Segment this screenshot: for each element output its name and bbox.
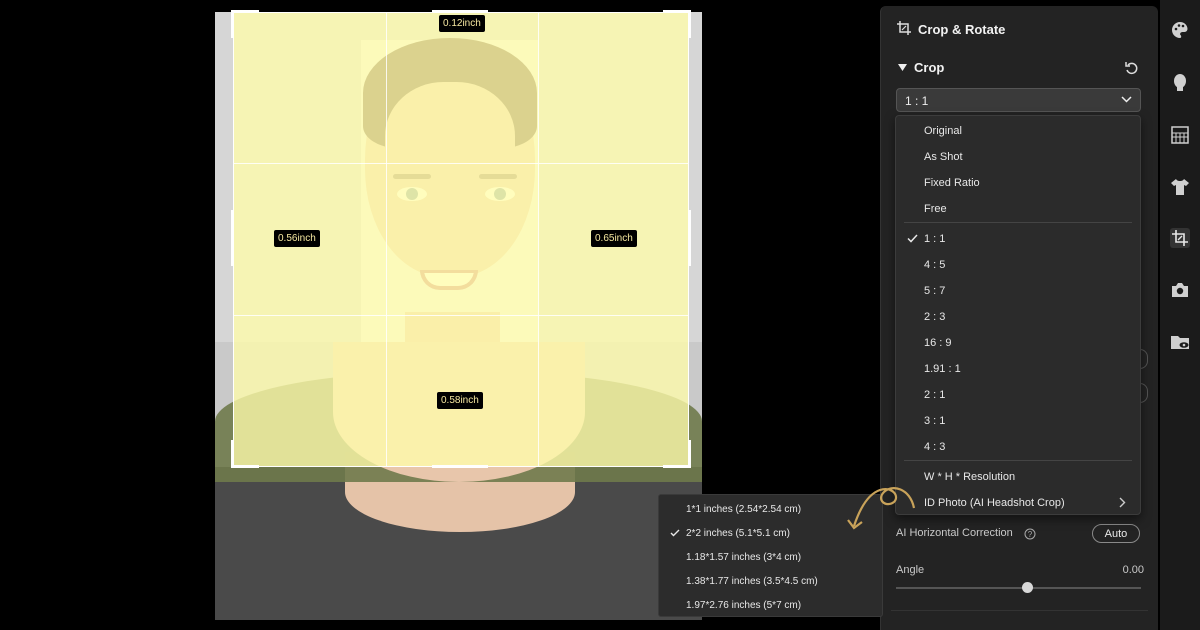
crop-handle-br[interactable] [663, 465, 691, 468]
annotation-arrow-icon [847, 487, 916, 530]
palette-icon[interactable] [1170, 20, 1190, 40]
menu-item-w-h-resolution[interactable]: W * H * Resolution [924, 471, 1015, 483]
menu-divider [904, 222, 1132, 223]
texture-icon[interactable] [1170, 125, 1190, 145]
margin-left-label: 0.56inch [274, 230, 320, 247]
ratio-select[interactable]: 1 : 1 [896, 88, 1141, 112]
submenu-item-3-5x4-5cm[interactable]: 1.38*1.77 inches (3.5*4.5 cm) [686, 576, 818, 587]
crop-handle-tl[interactable] [231, 10, 234, 38]
menu-item-original[interactable]: Original [924, 125, 962, 137]
margin-right-label: 0.65inch [591, 230, 637, 247]
menu-item-as-shot[interactable]: As Shot [924, 151, 963, 163]
crop-handle-bottom[interactable] [432, 465, 488, 468]
crop-handle-bl[interactable] [231, 440, 234, 468]
grid-line [234, 315, 688, 316]
crop-handle-tr[interactable] [663, 10, 691, 13]
camera-icon[interactable] [1170, 280, 1190, 300]
crop-handle-br[interactable] [688, 440, 691, 468]
menu-item-fixed-ratio[interactable]: Fixed Ratio [924, 177, 980, 189]
crop-handle-tl[interactable] [231, 10, 259, 13]
crop-handle-right[interactable] [688, 210, 691, 266]
crop-rotate-icon [897, 21, 911, 35]
svg-text:?: ? [1028, 530, 1033, 539]
menu-item-16-9[interactable]: 16 : 9 [924, 337, 952, 349]
submenu-item-2x2[interactable]: 2*2 inches (5.1*5.1 cm) [686, 528, 790, 539]
angle-slider[interactable] [896, 582, 1141, 593]
caret-down-icon[interactable] [898, 64, 907, 71]
menu-item-2-1[interactable]: 2 : 1 [924, 389, 945, 401]
crop-handle-tr[interactable] [688, 10, 691, 38]
shirt-icon[interactable] [1170, 177, 1190, 197]
chevron-right-icon [1119, 497, 1126, 508]
angle-slider-knob[interactable] [1022, 582, 1033, 593]
menu-item-5-7[interactable]: 5 : 7 [924, 285, 945, 297]
panel-title: Crop & Rotate [918, 22, 1006, 37]
help-icon[interactable]: ? [1024, 528, 1036, 540]
menu-item-1-91-1[interactable]: 1.91 : 1 [924, 363, 961, 375]
divider [891, 610, 1148, 611]
chevron-down-icon [1121, 96, 1132, 103]
folder-eye-icon[interactable] [1170, 332, 1190, 352]
menu-item-3-1[interactable]: 3 : 1 [924, 415, 945, 427]
submenu-item-3x4cm[interactable]: 1.18*1.57 inches (3*4 cm) [686, 552, 801, 563]
margin-bottom-label: 0.58inch [437, 392, 483, 409]
grid-line [234, 163, 688, 164]
menu-item-1-1[interactable]: 1 : 1 [924, 233, 945, 245]
face-icon[interactable] [1170, 72, 1190, 92]
crop-handle-left[interactable] [231, 210, 234, 266]
tool-sidebar [1160, 0, 1200, 630]
submenu-item-1x1[interactable]: 1*1 inches (2.54*2.54 cm) [686, 504, 801, 515]
checkmark-icon [670, 529, 680, 537]
menu-item-4-3[interactable]: 4 : 3 [924, 441, 945, 453]
ratio-dropdown-menu: Original As Shot Fixed Ratio Free 1 : 1 … [895, 115, 1141, 515]
crop-icon[interactable] [1170, 228, 1190, 248]
menu-item-id-photo[interactable]: ID Photo (AI Headshot Crop) [924, 497, 1065, 509]
angle-label: Angle [896, 564, 925, 576]
menu-item-2-3[interactable]: 2 : 3 [924, 311, 945, 323]
ratio-select-value: 1 : 1 [905, 94, 929, 108]
crop-handle-bl[interactable] [231, 465, 259, 468]
menu-divider [904, 460, 1132, 461]
grid-line [386, 13, 387, 466]
crop-handle-top[interactable] [432, 10, 488, 13]
menu-item-4-5[interactable]: 4 : 5 [924, 259, 945, 271]
margin-top-label: 0.12inch [439, 15, 485, 32]
auto-button[interactable]: Auto [1092, 524, 1140, 543]
grid-line [538, 13, 539, 466]
crop-section-heading[interactable]: Crop [914, 60, 944, 75]
angle-value: 0.00 [1122, 564, 1144, 576]
submenu-item-5x7cm[interactable]: 1.97*2.76 inches (5*7 cm) [686, 600, 801, 611]
checkmark-icon [907, 234, 918, 243]
menu-item-free[interactable]: Free [924, 203, 947, 215]
reset-icon[interactable] [1124, 60, 1140, 76]
